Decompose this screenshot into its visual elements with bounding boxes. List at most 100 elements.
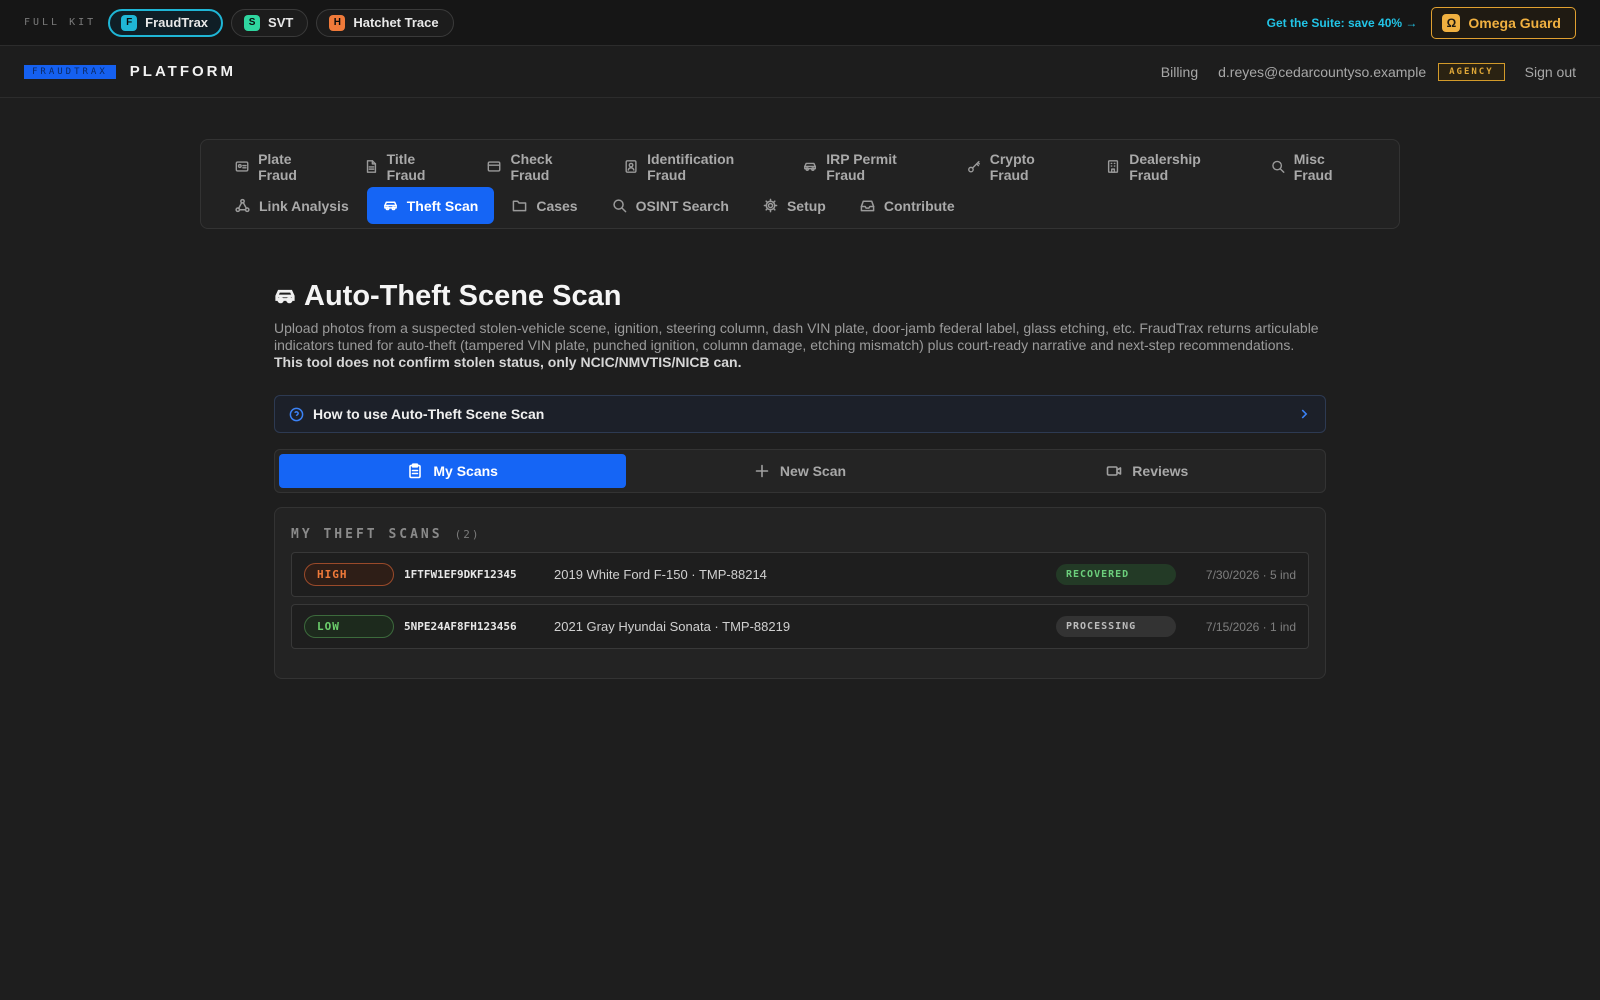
nav-check-fraud[interactable]: Check Fraud bbox=[471, 148, 606, 185]
platform-title: PLATFORM bbox=[129, 63, 236, 80]
nav-label: Setup bbox=[786, 197, 826, 214]
status-badge: RECOVERED bbox=[1056, 564, 1176, 585]
scan-vin: 1FTFW1EF9DKF12345 bbox=[404, 568, 517, 581]
folder-icon bbox=[512, 200, 527, 212]
tab-label: New Scan bbox=[779, 463, 847, 479]
nav-label: Cases bbox=[536, 197, 578, 214]
nav-label: Dealership Fraud bbox=[1129, 150, 1201, 183]
car-icon bbox=[804, 162, 817, 171]
billing-link[interactable]: Billing bbox=[1161, 64, 1198, 80]
omega-guard-button[interactable]: Ω Omega Guard bbox=[1431, 6, 1576, 39]
suite-app-label: Hatchet Trace bbox=[353, 15, 439, 30]
page-description-text: Upload photos from a suspected stolen-ve… bbox=[274, 320, 1319, 353]
network-icon bbox=[235, 198, 250, 213]
nav-label: Contribute bbox=[883, 197, 955, 214]
nav-theft-scan[interactable]: Theft Scan bbox=[366, 187, 495, 224]
svt-badge-icon: S bbox=[244, 14, 261, 31]
risk-badge: HIGH bbox=[304, 563, 394, 586]
nav-plate-fraud[interactable]: Plate Fraud bbox=[219, 148, 346, 185]
howto-label: How to use Auto-Theft Scene Scan bbox=[313, 406, 545, 422]
nav-label: IRP Permit Fraud bbox=[826, 150, 897, 183]
tab-new-scan[interactable]: New Scan bbox=[626, 454, 973, 488]
nav-dealership-fraud[interactable]: Dealership Fraud bbox=[1090, 148, 1252, 185]
scan-vehicle: 2019 White Ford F-150 · TMP-88214 bbox=[554, 567, 767, 582]
suite-app-hatchet-trace[interactable]: H Hatchet Trace bbox=[316, 8, 454, 37]
suite-promo-link[interactable]: Get the Suite: save 40% → bbox=[1267, 16, 1418, 30]
nav-label: Link Analysis bbox=[259, 197, 349, 214]
module-nav: Plate Fraud Title Fraud Check Fraud Iden… bbox=[200, 139, 1400, 229]
nav-label: Identification Fraud bbox=[647, 150, 735, 183]
car-icon bbox=[383, 201, 397, 211]
nav-cases[interactable]: Cases bbox=[496, 187, 593, 224]
nav-label: Plate Fraud bbox=[258, 150, 297, 183]
fraudtrax-logo[interactable]: FRAUDTRAX bbox=[24, 64, 116, 79]
sign-out-link[interactable]: Sign out bbox=[1525, 64, 1576, 80]
suite-app-fraudtrax[interactable]: F FraudTrax bbox=[108, 8, 224, 37]
scan-meta: 7/30/2026 · 5 ind bbox=[1205, 567, 1296, 582]
risk-badge: LOW bbox=[304, 615, 394, 638]
credit-card-icon bbox=[488, 161, 501, 172]
chevron-right-icon bbox=[1301, 409, 1308, 419]
page-disclaimer: This tool does not confirm stolen status… bbox=[274, 354, 742, 370]
tab-label: My Scans bbox=[433, 463, 498, 479]
gear-icon bbox=[763, 198, 778, 213]
platform-header: FRAUDTRAX PLATFORM Billing d.reyes@cedar… bbox=[0, 46, 1600, 98]
video-icon bbox=[1106, 466, 1122, 476]
id-badge-icon bbox=[625, 160, 637, 173]
status-badge: PROCESSING bbox=[1056, 616, 1176, 637]
nav-label: Title Fraud bbox=[386, 150, 426, 183]
page-title: Auto-Theft Scene Scan bbox=[274, 276, 1326, 316]
nav-irp-permit-fraud[interactable]: IRP Permit Fraud bbox=[787, 148, 949, 185]
scan-row[interactable]: HIGH 1FTFW1EF9DKF12345 2019 White Ford F… bbox=[291, 552, 1309, 597]
nav-label: Theft Scan bbox=[406, 197, 479, 214]
scan-tabs: My Scans New Scan Reviews bbox=[274, 449, 1326, 493]
document-icon bbox=[366, 160, 376, 173]
scan-row[interactable]: LOW 5NPE24AF8FH123456 2021 Gray Hyundai … bbox=[291, 604, 1309, 649]
role-badge: AGENCY bbox=[1438, 62, 1505, 81]
scans-count: (2) bbox=[454, 527, 481, 541]
hatchet-badge-icon: H bbox=[329, 14, 346, 31]
nav-identification-fraud[interactable]: Identification Fraud bbox=[608, 148, 785, 185]
suite-app-label: FraudTrax bbox=[145, 15, 209, 30]
suite-label: FULL KIT bbox=[24, 17, 97, 28]
omega-guard-label: Omega Guard bbox=[1468, 14, 1561, 31]
scans-heading: MY THEFT SCANS (2) bbox=[291, 524, 1309, 544]
nav-label: Check Fraud bbox=[510, 150, 553, 183]
suite-app-svt[interactable]: S SVT bbox=[231, 8, 309, 37]
building-icon bbox=[1108, 160, 1119, 173]
clipboard-icon bbox=[409, 463, 422, 479]
search-icon bbox=[1271, 160, 1285, 173]
nav-osint-search[interactable]: OSINT Search bbox=[596, 187, 745, 224]
scan-vehicle: 2021 Gray Hyundai Sonata · TMP-88219 bbox=[554, 619, 791, 634]
nav-label: OSINT Search bbox=[635, 197, 729, 214]
help-circle-icon bbox=[289, 407, 304, 421]
nav-label: Crypto Fraud bbox=[989, 150, 1035, 183]
search-icon bbox=[612, 199, 626, 213]
scan-vin: 5NPE24AF8FH123456 bbox=[404, 620, 517, 633]
nav-misc-fraud[interactable]: Misc Fraud bbox=[1255, 148, 1379, 185]
car-icon bbox=[275, 289, 295, 304]
nav-setup[interactable]: Setup bbox=[747, 187, 842, 224]
key-icon bbox=[967, 160, 980, 173]
page-description: Upload photos from a suspected stolen-ve… bbox=[274, 320, 1326, 371]
suite-app-label: SVT bbox=[268, 15, 294, 30]
inbox-icon bbox=[860, 200, 875, 212]
scan-meta: 7/15/2026 · 1 ind bbox=[1205, 619, 1296, 634]
nav-title-fraud[interactable]: Title Fraud bbox=[348, 148, 470, 185]
nav-link-analysis[interactable]: Link Analysis bbox=[219, 187, 365, 224]
tab-my-scans[interactable]: My Scans bbox=[279, 454, 627, 488]
tab-label: Reviews bbox=[1132, 463, 1189, 479]
theft-scans-panel: MY THEFT SCANS (2) HIGH 1FTFW1EF9DKF1234… bbox=[274, 507, 1326, 679]
howto-accordion[interactable]: How to use Auto-Theft Scene Scan bbox=[274, 395, 1326, 433]
tab-reviews[interactable]: Reviews bbox=[974, 454, 1321, 488]
nav-crypto-fraud[interactable]: Crypto Fraud bbox=[951, 148, 1089, 185]
omega-icon: Ω bbox=[1442, 13, 1461, 32]
main-content: Auto-Theft Scene Scan Upload photos from… bbox=[274, 276, 1326, 679]
id-card-icon bbox=[235, 161, 249, 172]
nav-contribute[interactable]: Contribute bbox=[844, 187, 971, 224]
page-title-text: Auto-Theft Scene Scan bbox=[304, 279, 622, 312]
fraudtrax-badge-icon: F bbox=[121, 14, 138, 31]
plus-icon bbox=[755, 464, 769, 478]
suite-bar: FULL KIT F FraudTrax S SVT H Hatchet Tra… bbox=[0, 0, 1600, 46]
nav-label: Misc Fraud bbox=[1293, 150, 1333, 183]
